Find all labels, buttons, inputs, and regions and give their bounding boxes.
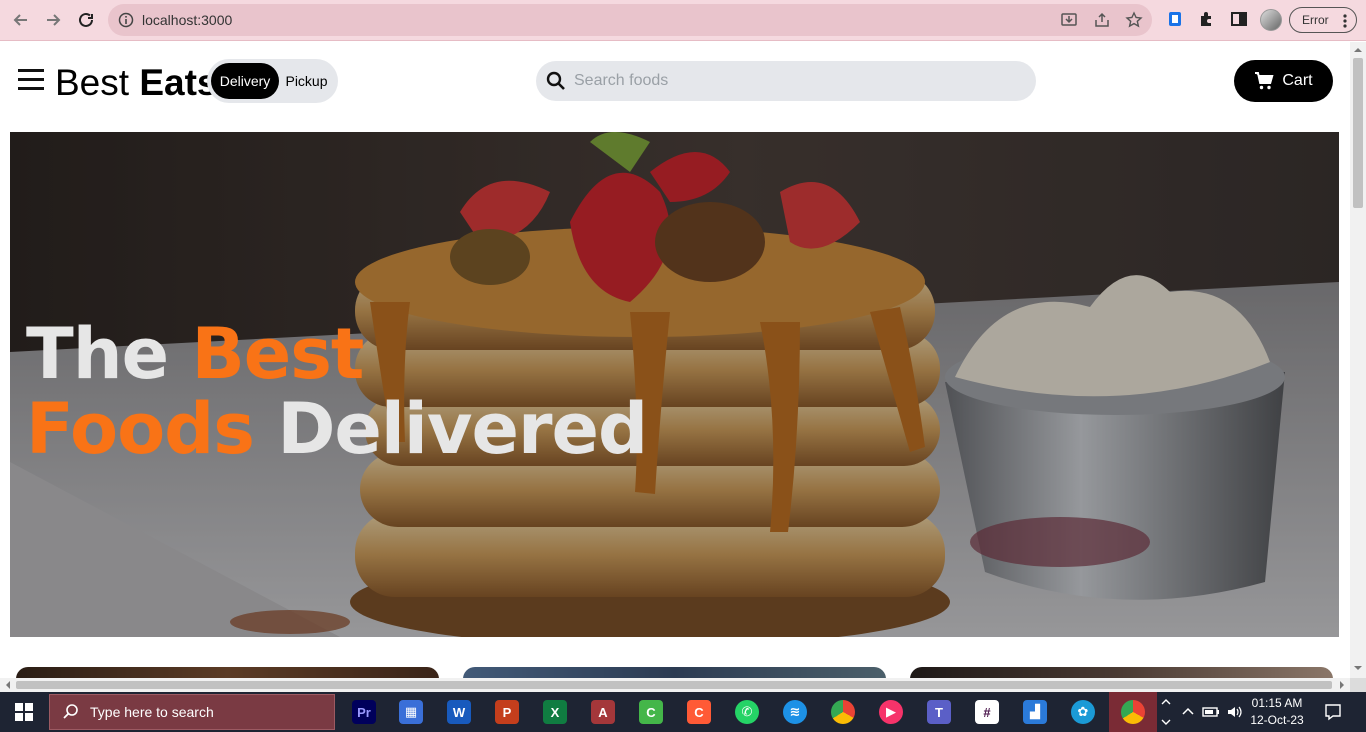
- profile-avatar[interactable]: [1260, 9, 1282, 31]
- clock-time: 01:15 AM: [1251, 696, 1303, 710]
- taskbar-search-box[interactable]: Type here to search: [49, 694, 335, 730]
- error-menu-button[interactable]: Error: [1289, 7, 1357, 33]
- teams-icon[interactable]: T: [927, 700, 951, 724]
- hamburger-menu-icon[interactable]: [18, 69, 44, 91]
- brand-logo: Best Eats: [55, 62, 217, 104]
- virtualbox-icon[interactable]: ✿: [1071, 700, 1095, 724]
- back-button[interactable]: [9, 8, 33, 32]
- scroll-down-arrow-icon[interactable]: [1350, 662, 1366, 674]
- tray-chevron-up-icon[interactable]: [1181, 704, 1195, 718]
- hero-text-best: Best: [191, 313, 364, 395]
- search-bar: [536, 61, 1036, 101]
- pickup-option[interactable]: Pickup: [279, 63, 334, 99]
- back-arrow-icon: [13, 14, 27, 26]
- premiere-pro-icon[interactable]: Pr: [352, 700, 376, 724]
- share-icon[interactable]: [1093, 11, 1111, 29]
- extensions-puzzle-icon[interactable]: [1197, 9, 1217, 29]
- kebab-menu-icon: [1343, 14, 1347, 28]
- brand-light-text: Best: [55, 62, 130, 103]
- system-clock[interactable]: 01:15 AM 12-Oct-23: [1248, 695, 1306, 729]
- promo-card-2[interactable]: [463, 667, 886, 678]
- media-player-icon[interactable]: ▶: [879, 700, 903, 724]
- vertical-scrollbar[interactable]: [1350, 42, 1366, 678]
- docker-icon[interactable]: ≋: [783, 700, 807, 724]
- vertical-scroll-thumb[interactable]: [1353, 58, 1363, 208]
- url-text: localhost:3000: [142, 12, 233, 28]
- access-icon[interactable]: A: [591, 700, 615, 724]
- scrollbar-corner: [1350, 678, 1366, 692]
- taskbar-scroll-arrows-icon[interactable]: [1160, 695, 1172, 729]
- cart-label: Cart: [1282, 72, 1313, 89]
- start-button[interactable]: [0, 692, 48, 732]
- forward-button[interactable]: [41, 8, 65, 32]
- error-label: Error: [1302, 13, 1329, 27]
- side-panel-icon[interactable]: [1229, 9, 1249, 29]
- site-info-icon[interactable]: [118, 12, 134, 28]
- extension-translate-icon[interactable]: [1165, 9, 1185, 29]
- taskbar-search-placeholder: Type here to search: [90, 704, 214, 720]
- address-bar[interactable]: localhost:3000: [108, 4, 1152, 36]
- page-viewport: Best Eats Delivery Pickup Cart: [0, 42, 1350, 678]
- forward-arrow-icon: [47, 14, 61, 26]
- battery-icon[interactable]: [1202, 704, 1220, 720]
- camtasia-icon[interactable]: C: [639, 700, 663, 724]
- search-icon: [63, 704, 78, 719]
- azure-data-studio-icon[interactable]: ▟: [1023, 700, 1047, 724]
- horizontal-scrollbar[interactable]: [0, 678, 1350, 692]
- chrome-active-icon: [1121, 700, 1145, 724]
- search-icon: [546, 71, 565, 90]
- reload-button[interactable]: [74, 8, 98, 32]
- scroll-right-arrow-icon[interactable]: [1336, 678, 1348, 692]
- chrome-icon[interactable]: [831, 700, 855, 724]
- bookmark-star-icon[interactable]: [1125, 11, 1143, 29]
- search-input[interactable]: [574, 61, 1024, 101]
- shopping-cart-icon: [1255, 72, 1274, 90]
- hero-text-the: The: [26, 313, 169, 395]
- promo-card-3[interactable]: [910, 667, 1333, 678]
- clock-date: 12-Oct-23: [1250, 713, 1304, 727]
- reload-icon: [79, 12, 93, 27]
- chrome-active-task[interactable]: [1109, 692, 1157, 732]
- scroll-left-arrow-icon[interactable]: [2, 678, 14, 692]
- powerpoint-icon[interactable]: P: [495, 700, 519, 724]
- hero-banner: The Best Foods Delivered: [10, 132, 1339, 637]
- canva-icon[interactable]: C: [687, 700, 711, 724]
- hero-text-delivered: Delivered: [277, 388, 648, 470]
- hero-headline: The Best Foods Delivered: [26, 317, 648, 470]
- volume-icon[interactable]: [1226, 704, 1244, 720]
- whatsapp-icon[interactable]: ✆: [735, 700, 759, 724]
- scroll-up-arrow-icon[interactable]: [1350, 44, 1366, 56]
- cart-button[interactable]: Cart: [1234, 60, 1333, 102]
- brand-bold-text: Eats: [139, 62, 218, 103]
- windows-taskbar: Type here to search Pr ▦ W P X A C C ✆ ≋…: [0, 692, 1366, 732]
- promo-card-1[interactable]: [16, 667, 439, 678]
- notifications-icon[interactable]: [1324, 703, 1342, 721]
- hero-text-foods: Foods: [26, 388, 255, 470]
- word-icon[interactable]: W: [447, 700, 471, 724]
- browser-toolbar: localhost:3000 Error: [0, 0, 1366, 41]
- excel-icon[interactable]: X: [543, 700, 567, 724]
- remote-desktop-icon[interactable]: ▦: [399, 700, 423, 724]
- horizontal-scroll-thumb[interactable]: [16, 681, 1332, 689]
- install-app-icon[interactable]: [1060, 11, 1078, 29]
- delivery-option[interactable]: Delivery: [211, 63, 279, 99]
- windows-logo-icon: [15, 703, 33, 721]
- delivery-pickup-toggle: Delivery Pickup: [207, 59, 338, 103]
- slack-icon[interactable]: #: [975, 700, 999, 724]
